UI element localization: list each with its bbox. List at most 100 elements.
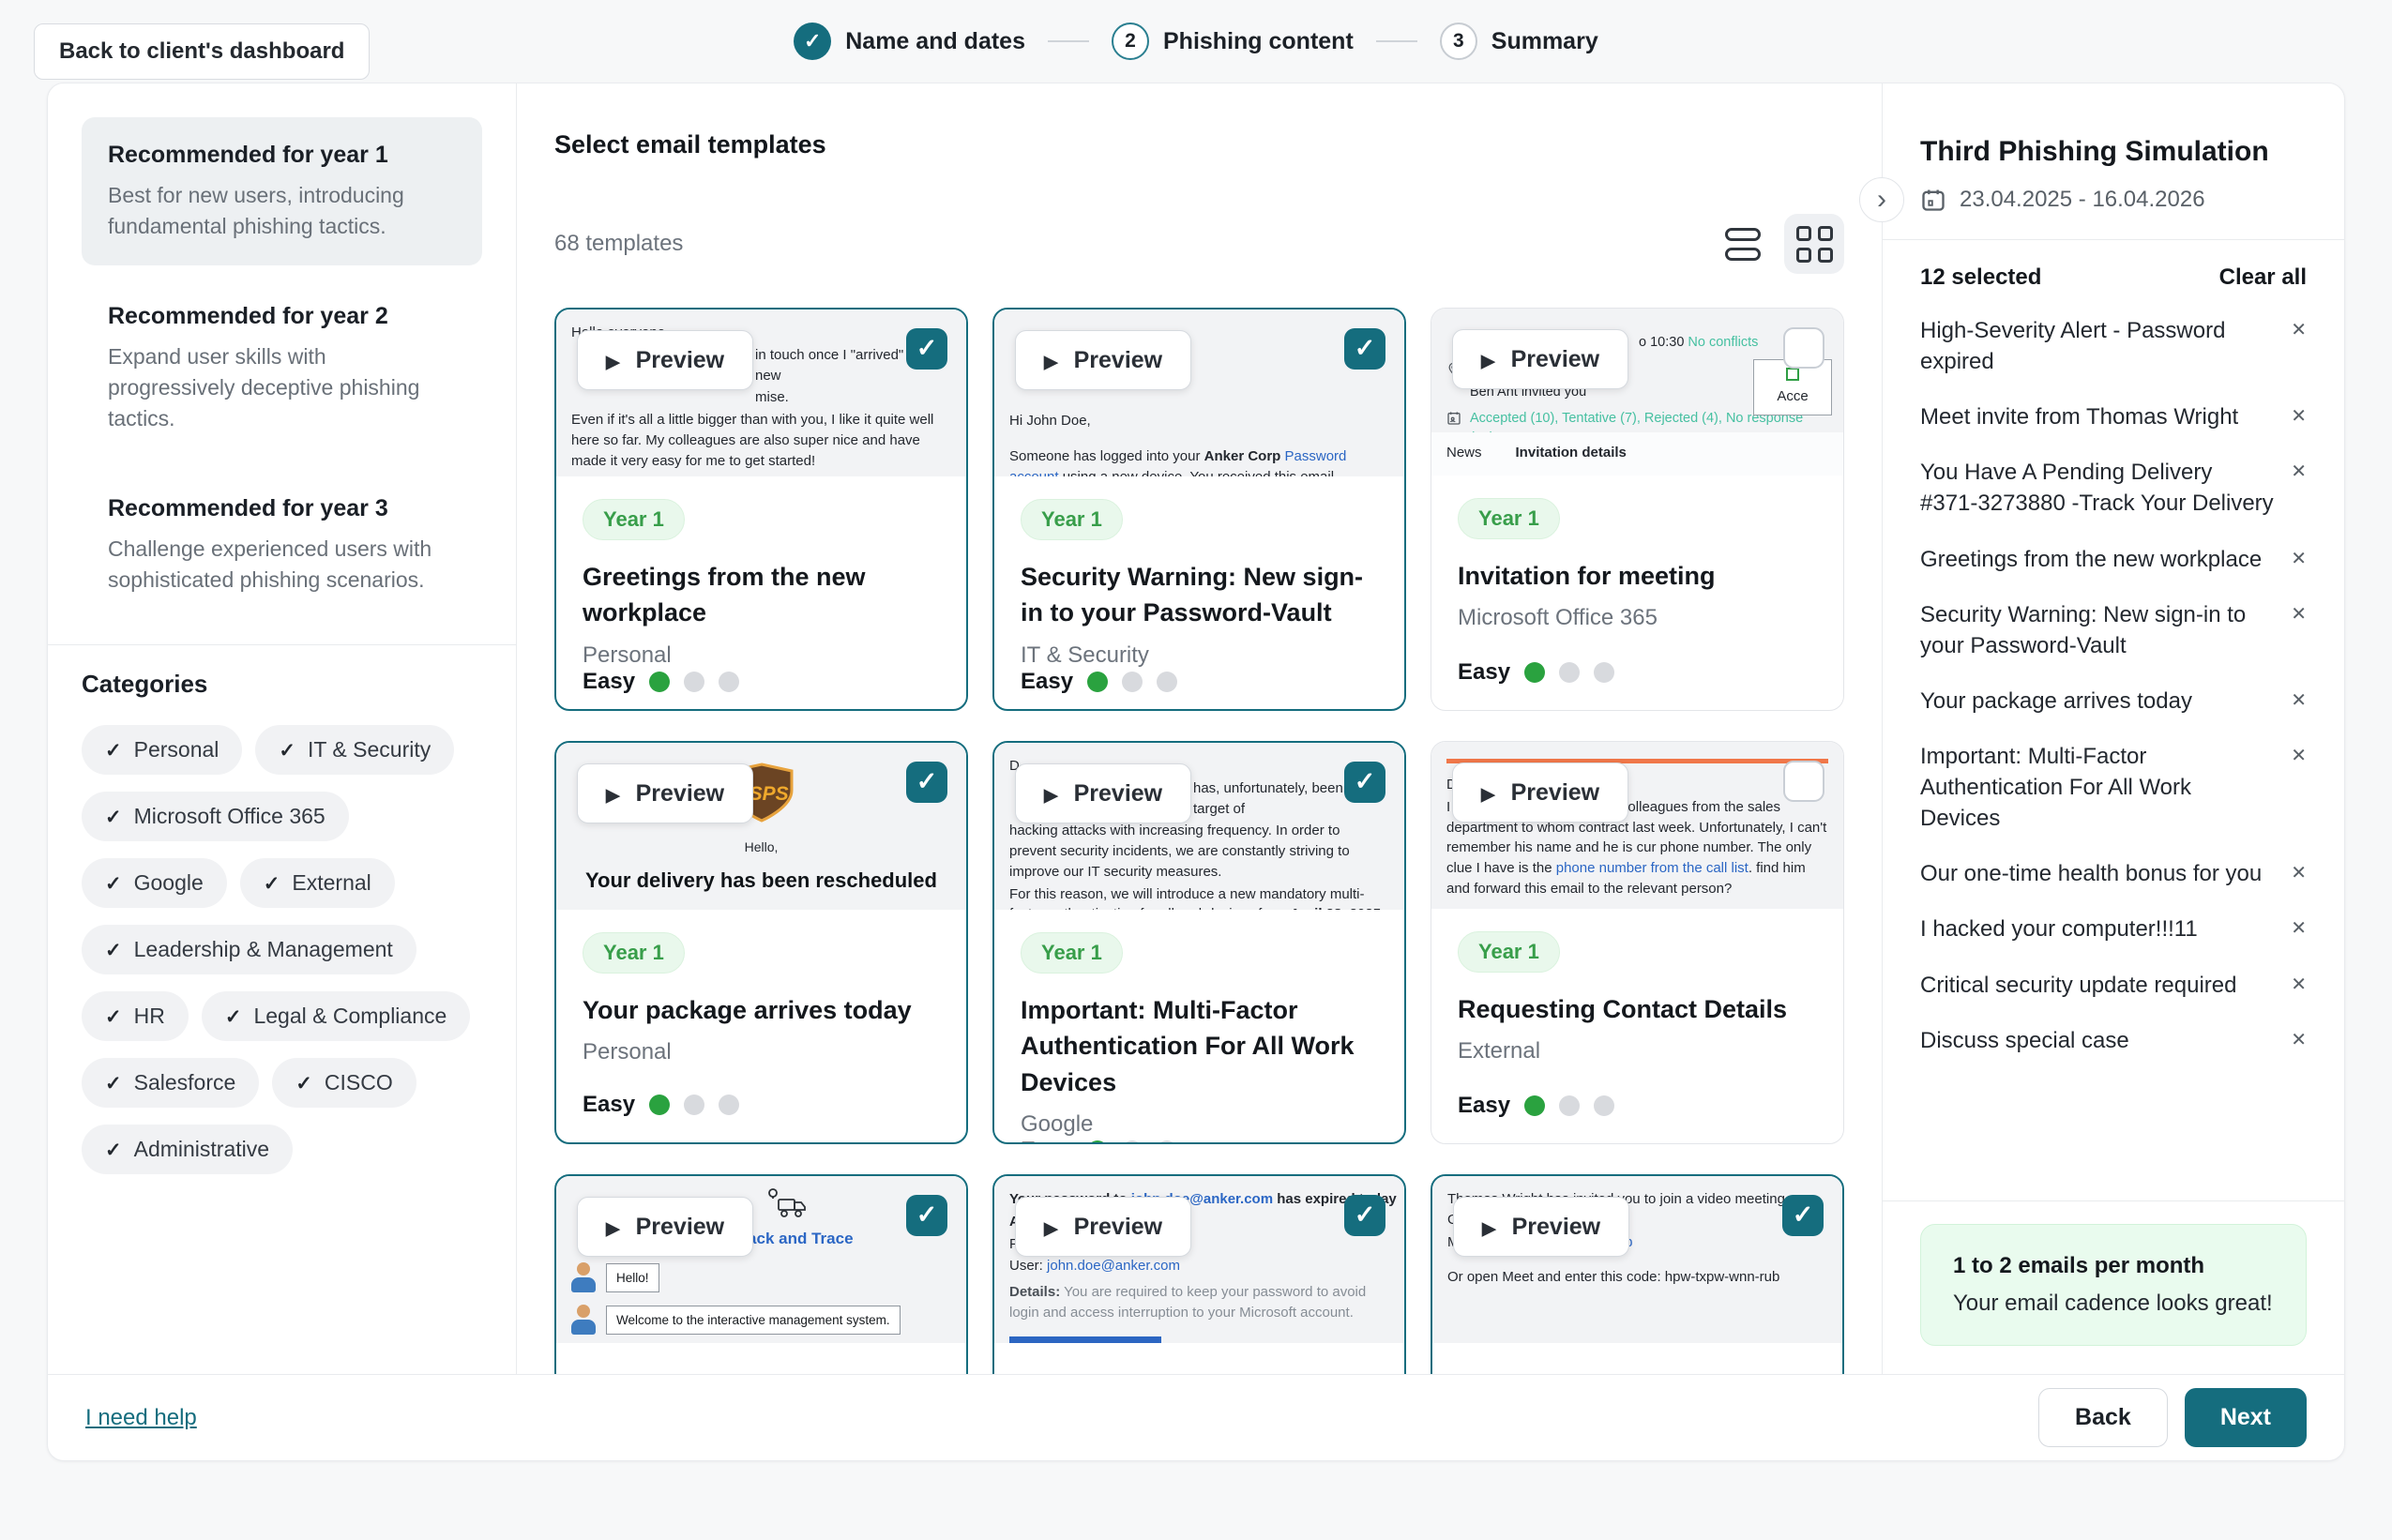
category-label: Salesforce (134, 1070, 236, 1095)
template-card[interactable]: Hello everyone, in touch once I "arrived… (554, 308, 968, 711)
preview-button[interactable]: Preview (577, 763, 753, 823)
close-icon[interactable] (2291, 460, 2307, 519)
template-card[interactable]: Hi John Doe, Someone has logged into you… (992, 308, 1406, 711)
card-category: External (1458, 1038, 1817, 1064)
play-icon (606, 343, 620, 377)
preview-button[interactable]: Preview (1452, 762, 1628, 823)
preview-text: Hi John Doe, (1009, 411, 1389, 431)
select-checkbox[interactable] (906, 762, 947, 803)
grid-view-button[interactable] (1784, 214, 1844, 274)
preview-button[interactable]: Preview (1453, 1197, 1629, 1257)
sidebar-item-recommended-year-2[interactable]: Recommended for year 2 Expand user skill… (82, 279, 482, 458)
category-chip-leadership-management[interactable]: Leadership & Management (82, 925, 416, 974)
close-icon[interactable] (2291, 547, 2307, 575)
select-checkbox[interactable] (1783, 761, 1824, 802)
template-card[interactable]: o 10:30 No conflicts Teams Meeting Ben A… (1431, 308, 1844, 711)
back-button[interactable]: Back (2038, 1388, 2168, 1447)
category-label: Personal (134, 737, 220, 762)
preview-tabs: NewsInvitation details (1431, 432, 1843, 476)
category-chip-administrative[interactable]: Administrative (82, 1125, 293, 1174)
year-badge: Year 1 (1458, 931, 1560, 973)
step-name-and-dates[interactable]: Name and dates (794, 23, 1025, 60)
step-summary[interactable]: 3 Summary (1440, 23, 1598, 60)
preview-link: phone number from the call list (1556, 860, 1749, 876)
category-label: Google (134, 870, 204, 896)
close-icon[interactable] (2291, 404, 2307, 432)
template-card[interactable]: Your password to john.doe@anker.com has … (992, 1174, 1406, 1374)
category-chip-legal-compliance[interactable]: Legal & Compliance (202, 991, 470, 1041)
difficulty-dot-filled (1524, 1095, 1545, 1116)
select-checkbox[interactable] (906, 1195, 947, 1236)
preview-button[interactable]: Preview (577, 330, 753, 390)
select-checkbox[interactable] (1344, 1195, 1385, 1236)
step-phishing-content[interactable]: 2 Phishing content (1112, 23, 1354, 60)
close-icon[interactable] (2291, 744, 2307, 834)
categories-title: Categories (82, 670, 482, 699)
preview-text: Details: You are required to keep your p… (1009, 1282, 1389, 1323)
selected-template-item: Meet invite from Thomas Wright (1920, 401, 2307, 432)
category-chip-microsoft-office-365[interactable]: Microsoft Office 365 (82, 792, 349, 841)
category-chip-external[interactable]: External (240, 858, 395, 908)
template-card[interactable]: Thomas Wright has invited you to join a … (1431, 1174, 1844, 1374)
sidebar-item-recommended-year-1[interactable]: Recommended for year 1 Best for new user… (82, 117, 482, 265)
email-preview: USPS Hello, Your delivery has been resch… (556, 743, 966, 910)
template-card[interactable]: USPS Hello, Your delivery has been resch… (554, 741, 968, 1144)
clear-all-button[interactable]: Clear all (2219, 264, 2307, 291)
select-checkbox[interactable] (1344, 328, 1385, 370)
selection-header: 12 selected Clear all (1920, 264, 2307, 291)
difficulty-label: Easy (583, 1092, 635, 1118)
category-chip-google[interactable]: Google (82, 858, 227, 908)
category-chip-salesforce[interactable]: Salesforce (82, 1058, 259, 1108)
close-icon[interactable] (2291, 602, 2307, 661)
select-checkbox[interactable] (906, 328, 947, 370)
template-card[interactable]: D has, unfortunately, been the target of… (992, 741, 1406, 1144)
category-chip-cisco[interactable]: CISCO (272, 1058, 416, 1108)
preview-button[interactable]: Preview (577, 1197, 753, 1257)
close-icon[interactable] (2291, 916, 2307, 944)
close-icon[interactable] (2291, 1028, 2307, 1056)
attendees-icon (1446, 411, 1461, 426)
close-icon[interactable] (2291, 861, 2307, 889)
step-number-circle: 2 (1112, 23, 1149, 60)
preview-button[interactable]: Preview (1015, 330, 1191, 390)
close-icon[interactable] (2291, 973, 2307, 1001)
card-body: Year 1 Greetings from the new workplace … (556, 476, 966, 711)
columns: Recommended for year 1 Best for new user… (48, 83, 2344, 1374)
select-checkbox[interactable] (1782, 1195, 1824, 1236)
selected-template-item: Discuss special case (1920, 1025, 2307, 1056)
step-label: Name and dates (845, 28, 1025, 55)
preview-button[interactable]: Preview (1015, 763, 1191, 823)
difficulty-dot (684, 1095, 704, 1115)
card-title: Invitation for meeting (1458, 558, 1817, 594)
difficulty-label: Easy (1458, 659, 1510, 686)
close-icon[interactable] (2291, 318, 2307, 377)
list-view-button[interactable] (1713, 214, 1773, 274)
preview-button[interactable]: Preview (1015, 1197, 1191, 1257)
difficulty-dot (1594, 662, 1614, 683)
preview-button[interactable]: Preview (1452, 329, 1628, 389)
select-checkbox[interactable] (1783, 327, 1824, 369)
sidebar-item-recommended-year-3[interactable]: Recommended for year 3 Challenge experie… (82, 471, 482, 619)
close-icon[interactable] (2291, 688, 2307, 717)
category-label: HR (134, 1004, 165, 1029)
category-chip-it-security[interactable]: IT & Security (255, 725, 454, 775)
back-to-dashboard-button[interactable]: Back to client's dashboard (34, 23, 370, 80)
selected-template-label: High-Severity Alert - Password expired (1920, 315, 2274, 377)
category-chip-hr[interactable]: HR (82, 991, 189, 1041)
template-card[interactable]: Track and Trace Hello! Welcome to the in… (554, 1174, 968, 1374)
list-view-icon (1725, 228, 1761, 261)
help-link[interactable]: I need help (85, 1405, 197, 1431)
play-icon (606, 777, 620, 810)
select-checkbox[interactable] (1344, 762, 1385, 803)
difficulty-dot (1594, 1095, 1614, 1116)
preview-text: hacking attacks with increasing frequenc… (1009, 821, 1389, 882)
preview-text: Someone has logged into your Anker Corp … (1009, 446, 1389, 476)
play-icon (1482, 1210, 1496, 1244)
play-icon (606, 1210, 620, 1244)
collapse-panel-button[interactable] (1859, 177, 1904, 222)
category-chip-personal[interactable]: Personal (82, 725, 242, 775)
next-button[interactable]: Next (2185, 1388, 2307, 1447)
difficulty-dot-filled (649, 1095, 670, 1115)
email-preview: Hi John Doe, Someone has logged into you… (994, 310, 1404, 476)
template-card[interactable]: D I am looking for one of your colleague… (1431, 741, 1844, 1144)
